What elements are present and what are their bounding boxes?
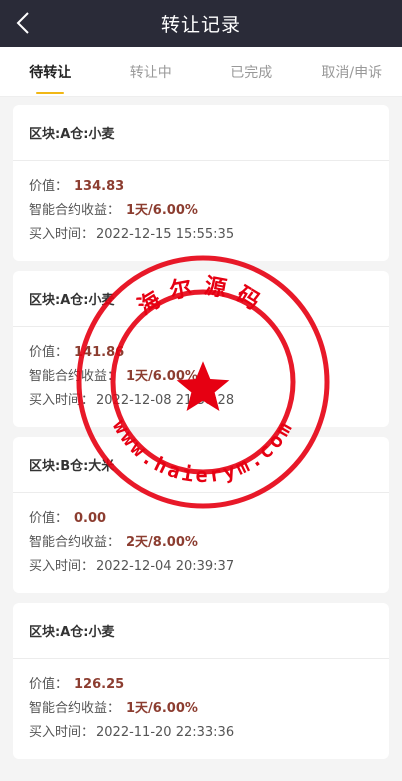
tab-cancelled-appeal[interactable]: 取消/申诉	[302, 47, 402, 96]
tab-transferring[interactable]: 转让中	[101, 47, 202, 96]
record-list: 区块:A仓:小麦 价值： 134.83 智能合约收益： 1天/6.00% 买入时间：…	[0, 97, 402, 759]
record-value-row: 价值： 141.86	[29, 341, 373, 365]
record-yield-row: 智能合约收益： 1天/6.00%	[29, 199, 373, 223]
record-card[interactable]: 区块:A仓:小麦 价值： 141.86 智能合约收益： 1天/6.00% 买入时间：…	[13, 271, 389, 427]
record-time-row: 买入时间： 2022-12-04 20:39:37	[29, 555, 373, 579]
yield-amount: 1天/6.00%	[126, 701, 198, 716]
value-amount: 134.83	[74, 179, 125, 194]
yield-amount: 2天/8.00%	[126, 535, 198, 550]
record-block-name: 区块:A仓:小麦	[13, 105, 389, 161]
value-amount: 0.00	[74, 511, 107, 526]
record-time-row: 买入时间： 2022-12-15 15:55:35	[29, 223, 373, 247]
time-label: 买入时间：	[29, 227, 95, 242]
record-value-row: 价值： 134.83	[29, 175, 373, 199]
record-card[interactable]: 区块:A仓:小麦 价值： 126.25 智能合约收益： 1天/6.00% 买入时间：…	[13, 603, 389, 759]
tab-completed[interactable]: 已完成	[201, 47, 302, 96]
time-value: 2022-12-08 21:38:28	[96, 393, 235, 408]
record-block-name: 区块:A仓:小麦	[13, 271, 389, 327]
tab-pending-transfer[interactable]: 待转让	[0, 47, 101, 96]
record-card[interactable]: 区块:B仓:大米 价值： 0.00 智能合约收益： 2天/8.00% 买入时间： 20…	[13, 437, 389, 593]
value-label: 价值：	[29, 511, 69, 526]
value-amount: 126.25	[74, 677, 125, 692]
value-label: 价值：	[29, 179, 69, 194]
record-block-name: 区块:B仓:大米	[13, 437, 389, 493]
time-value: 2022-12-04 20:39:37	[96, 559, 235, 574]
record-yield-row: 智能合约收益： 1天/6.00%	[29, 697, 373, 721]
record-card[interactable]: 区块:A仓:小麦 价值： 134.83 智能合约收益： 1天/6.00% 买入时间：…	[13, 105, 389, 261]
chevron-left-icon[interactable]	[14, 11, 36, 35]
yield-amount: 1天/6.00%	[126, 203, 198, 218]
yield-label: 智能合约收益：	[29, 203, 121, 218]
record-time-row: 买入时间： 2022-11-20 22:33:36	[29, 721, 373, 745]
value-amount: 141.86	[74, 345, 125, 360]
time-value: 2022-11-20 22:33:36	[96, 725, 235, 740]
time-label: 买入时间：	[29, 559, 95, 574]
status-tabs: 待转让 转让中 已完成 取消/申诉	[0, 47, 402, 97]
record-time-row: 买入时间： 2022-12-08 21:38:28	[29, 389, 373, 413]
yield-amount: 1天/6.00%	[126, 369, 198, 384]
record-value-row: 价值： 0.00	[29, 507, 373, 531]
value-label: 价值：	[29, 345, 69, 360]
time-label: 买入时间：	[29, 393, 95, 408]
time-value: 2022-12-15 15:55:35	[96, 227, 235, 242]
yield-label: 智能合约收益：	[29, 701, 121, 716]
record-yield-row: 智能合约收益： 1天/6.00%	[29, 365, 373, 389]
page-title: 转让记录	[160, 14, 241, 36]
yield-label: 智能合约收益：	[29, 535, 121, 550]
record-block-name: 区块:A仓:小麦	[13, 603, 389, 659]
yield-label: 智能合约收益：	[29, 369, 121, 384]
time-label: 买入时间：	[29, 725, 95, 740]
record-yield-row: 智能合约收益： 2天/8.00%	[29, 531, 373, 555]
value-label: 价值：	[29, 677, 69, 692]
record-value-row: 价值： 126.25	[29, 673, 373, 697]
top-bar: 转让记录	[0, 0, 402, 47]
